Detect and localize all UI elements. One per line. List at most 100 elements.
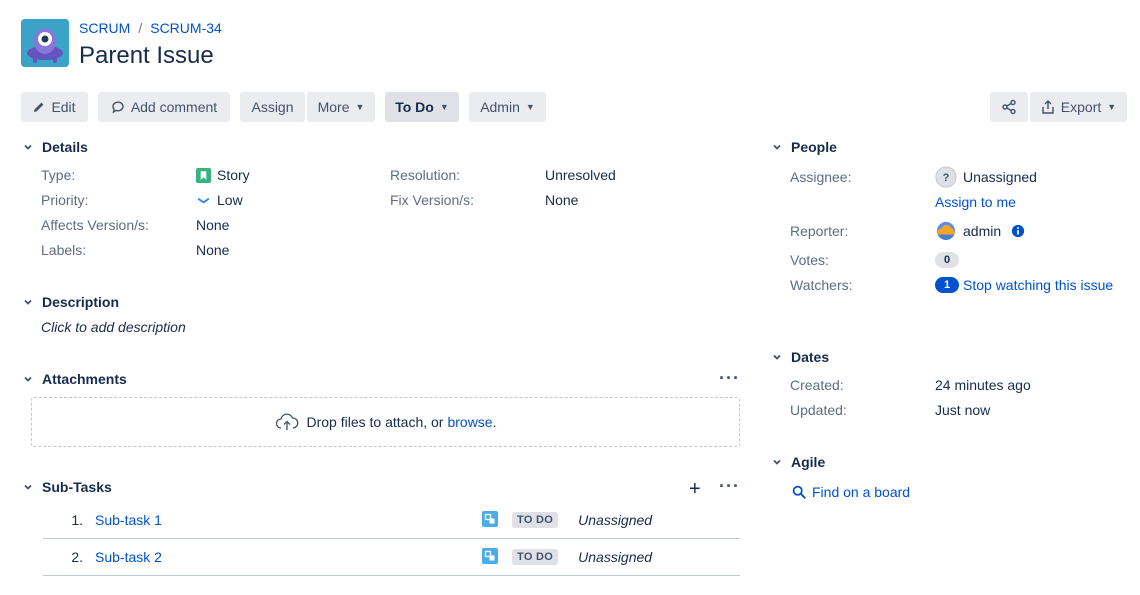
breadcrumb: SCRUM / SCRUM-34: [79, 20, 222, 36]
fix-version-value: None: [545, 192, 579, 208]
attachments-more-icon[interactable]: ···: [719, 368, 740, 389]
chevron-down-icon: [22, 141, 34, 153]
attachment-dropzone[interactable]: Drop files to attach, or browse.: [31, 397, 740, 447]
votes-value: 0: [935, 252, 959, 268]
priority-label: Priority:: [41, 192, 89, 208]
subtask-type-icon: [482, 547, 512, 567]
chevron-down-icon: ▼: [439, 102, 449, 112]
status-transition-button[interactable]: To Do ▼: [385, 92, 459, 122]
add-comment-button-label: Add comment: [130, 99, 218, 115]
chevron-down-icon: [771, 456, 783, 468]
type-label: Type:: [41, 167, 76, 183]
export-icon: [1042, 100, 1054, 114]
table-row[interactable]: 2. Sub-task 2 TO DO Unassigned: [43, 539, 740, 576]
priority-low-icon: [197, 197, 210, 203]
browse-link[interactable]: browse.: [447, 414, 496, 430]
more-button-label: More: [317, 99, 350, 115]
details-section-header[interactable]: Details: [22, 139, 88, 155]
project-avatar[interactable]: [21, 19, 69, 67]
table-row[interactable]: 1. Sub-task 1 TO DO Unassigned: [43, 502, 740, 539]
description-section-header[interactable]: Description: [22, 294, 119, 310]
attachments-heading: Attachments: [42, 371, 127, 387]
dates-section-header[interactable]: Dates: [771, 349, 829, 365]
chevron-down-icon: [22, 481, 34, 493]
details-heading: Details: [42, 139, 88, 155]
user-avatar-icon: [936, 221, 956, 241]
more-button[interactable]: More ▼: [307, 92, 375, 122]
chevron-down-icon: ▼: [1107, 102, 1117, 112]
chevron-down-icon: ▼: [525, 102, 535, 112]
search-icon: [792, 485, 806, 499]
description-placeholder[interactable]: Click to add description: [41, 319, 186, 335]
export-button[interactable]: Export ▼: [1030, 92, 1127, 122]
watchers-label: Watchers:: [790, 277, 853, 293]
assign-button-label: Assign: [251, 99, 294, 115]
subtasks-more-icon[interactable]: ···: [719, 476, 740, 497]
page-title: Parent Issue: [79, 42, 214, 69]
subtask-summary-link[interactable]: Sub-task 2: [95, 549, 482, 565]
subtask-assignee: Unassigned: [578, 512, 653, 528]
people-heading: People: [791, 139, 837, 155]
watchers-count-badge[interactable]: 1: [935, 277, 959, 293]
breadcrumb-project-link[interactable]: SCRUM: [79, 20, 130, 36]
dropzone-text: Drop files to attach, or: [306, 414, 444, 430]
subtasks-heading: Sub-Tasks: [42, 479, 112, 495]
edit-button-label: Edit: [51, 99, 76, 115]
agile-section-header[interactable]: Agile: [771, 454, 825, 470]
find-on-board-link[interactable]: Find on a board: [812, 484, 910, 500]
people-section-header[interactable]: People: [771, 139, 837, 155]
chevron-down-icon: [771, 141, 783, 153]
watchers-value: 1 Stop watching this issue: [935, 277, 1113, 293]
assign-to-me-link[interactable]: Assign to me: [935, 194, 1016, 210]
votes-label: Votes:: [790, 252, 829, 268]
reporter-value-text[interactable]: admin: [963, 223, 1001, 239]
edit-button[interactable]: Edit: [21, 92, 88, 122]
votes-count-badge[interactable]: 0: [935, 252, 959, 268]
assignee-value-text: Unassigned: [963, 169, 1037, 185]
stop-watching-link[interactable]: Stop watching this issue: [963, 277, 1113, 293]
story-icon: [196, 167, 211, 183]
project-avatar-icon: [21, 19, 69, 67]
status-button-label: To Do: [395, 99, 434, 115]
chevron-down-icon: ▼: [355, 102, 365, 112]
status-badge: TO DO: [512, 549, 559, 565]
subtask-summary-link[interactable]: Sub-task 1: [95, 512, 482, 528]
labels-label: Labels:: [41, 242, 87, 258]
subtask-type-icon: [482, 510, 512, 530]
priority-value-text: Low: [217, 192, 243, 208]
affects-version-value: None: [196, 217, 230, 233]
breadcrumb-separator: /: [138, 20, 143, 36]
description-heading: Description: [42, 294, 120, 310]
info-icon[interactable]: [1011, 224, 1025, 238]
find-on-board[interactable]: Find on a board: [792, 484, 910, 500]
updated-value: Just now: [935, 402, 991, 418]
share-button[interactable]: [990, 92, 1028, 122]
labels-value[interactable]: None: [196, 242, 229, 258]
add-comment-button[interactable]: Add comment: [98, 92, 230, 122]
status-badge: TO DO: [512, 512, 559, 528]
cloud-upload-icon: [275, 413, 298, 430]
chevron-down-icon: [771, 351, 783, 363]
pencil-icon: [34, 102, 44, 112]
type-value-text: Story: [217, 167, 250, 183]
subtasks-section-header[interactable]: Sub-Tasks: [22, 479, 112, 495]
attachments-section-header[interactable]: Attachments: [22, 371, 127, 387]
assign-button[interactable]: Assign: [240, 92, 305, 122]
priority-value: Low: [196, 192, 243, 208]
comment-icon: [112, 101, 124, 114]
resolution-value: Unresolved: [545, 167, 616, 183]
resolution-label: Resolution:: [390, 167, 461, 183]
created-value: 24 minutes ago: [935, 377, 1031, 393]
subtask-assignee: Unassigned: [578, 549, 653, 565]
unassigned-avatar-icon: ?: [935, 166, 957, 188]
agile-heading: Agile: [791, 454, 826, 470]
chevron-down-icon: [22, 373, 34, 385]
share-icon: [1002, 99, 1016, 115]
add-subtask-icon[interactable]: +: [689, 478, 701, 501]
assignee-value: ? Unassigned: [935, 166, 1037, 188]
type-value: Story: [196, 167, 250, 183]
affects-version-label: Affects Version/s:: [41, 217, 149, 233]
created-label: Created:: [790, 377, 844, 393]
breadcrumb-issue-link[interactable]: SCRUM-34: [150, 20, 222, 36]
admin-button[interactable]: Admin ▼: [469, 92, 546, 122]
